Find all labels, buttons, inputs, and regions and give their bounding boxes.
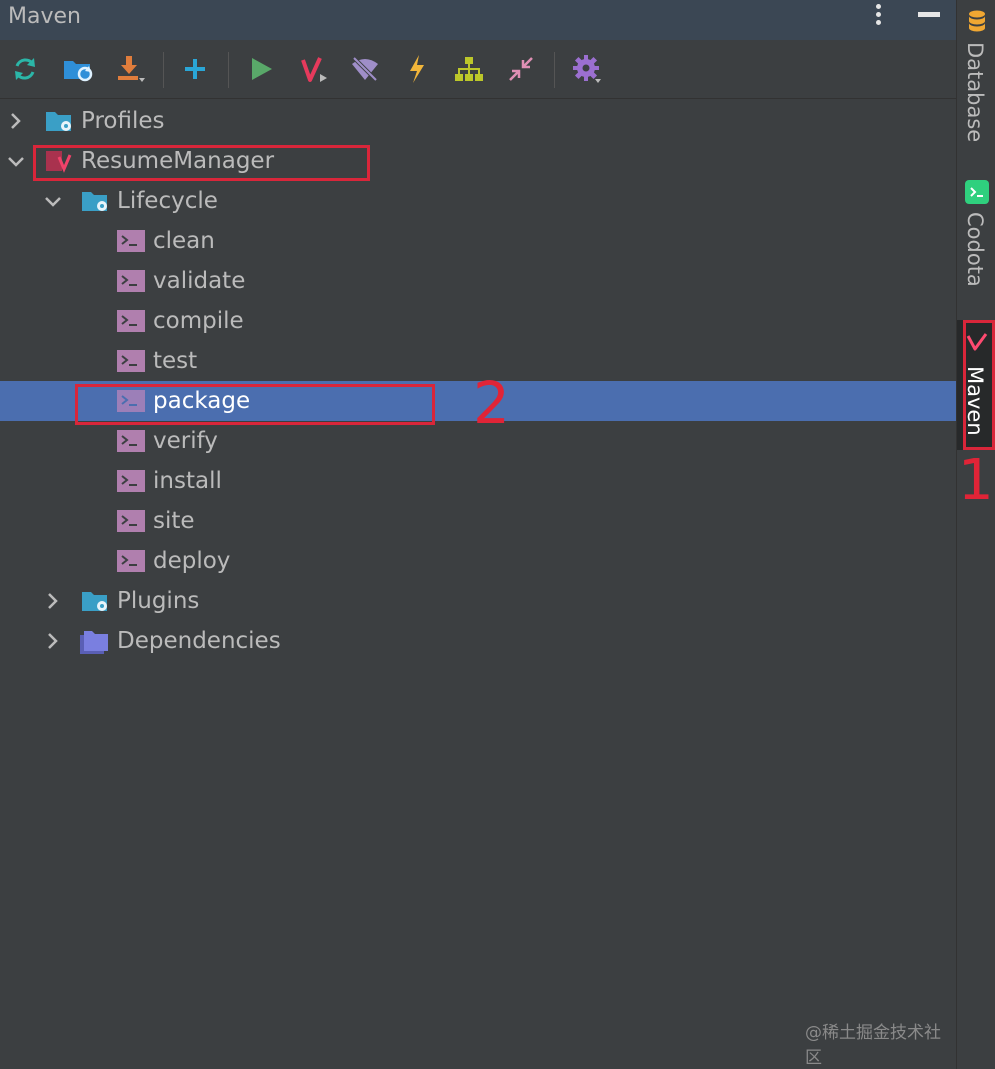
tree-node-profiles[interactable]: Profiles [0,101,956,141]
goal-label: deploy [153,548,231,574]
tree-node-label: Dependencies [117,628,281,654]
terminal-icon [117,469,145,493]
maven-toolbar [0,40,956,99]
terminal-icon [117,509,145,533]
lifecycle-goal-site[interactable]: site [0,501,956,541]
sidebar-tab-label: Database [963,42,987,143]
terminal-icon [117,549,145,573]
goal-label: validate [153,268,246,294]
lifecycle-goal-deploy[interactable]: deploy [0,541,956,581]
tree-node-label: Lifecycle [117,188,218,214]
offline-icon[interactable] [348,52,382,86]
codota-icon [965,180,989,204]
chevron-right-icon[interactable] [43,589,63,613]
terminal-icon [117,229,145,253]
minimize-icon[interactable] [916,7,942,27]
maven-goal-icon[interactable] [296,52,330,86]
right-tool-window-bar: Database Codota Maven 1 [956,0,995,1069]
tree-node-lifecycle[interactable]: Lifecycle [0,181,956,221]
chevron-down-icon[interactable] [6,149,26,173]
collapse-icon[interactable] [504,52,538,86]
sidebar-tab-database[interactable]: Database [957,6,995,146]
refresh-icon[interactable] [8,52,42,86]
terminal-icon [117,309,145,333]
goal-label: install [153,468,222,494]
plus-icon[interactable] [178,52,212,86]
highlight-box-package [75,384,435,425]
toolbar-separator [163,52,164,88]
lifecycle-goal-validate[interactable]: validate [0,261,956,301]
library-folder-icon [79,629,108,654]
database-icon [969,10,985,32]
folder-settings-icon [81,589,109,613]
toolbar-separator [228,52,229,88]
chevron-down-icon[interactable] [43,189,63,213]
terminal-icon [117,269,145,293]
more-vertical-icon[interactable] [866,2,890,28]
gear-icon[interactable] [570,52,604,86]
folder-refresh-icon[interactable] [61,52,95,86]
annotation-label-1: 1 [958,448,994,513]
lifecycle-goal-compile[interactable]: compile [0,301,956,341]
tool-window-header: Maven [0,0,956,40]
folder-settings-icon [45,109,73,133]
lifecycle-goal-clean[interactable]: clean [0,221,956,261]
terminal-icon [117,349,145,373]
sidebar-tab-codota[interactable]: Codota [957,174,995,299]
chevron-right-icon[interactable] [43,629,63,653]
chevron-right-icon[interactable] [6,109,26,133]
highlight-box-project [33,145,370,181]
diagram-icon[interactable] [452,52,486,86]
tree-node-dependencies[interactable]: Dependencies [0,621,956,661]
toolbar-separator [554,52,555,88]
goal-label: test [153,348,198,374]
highlight-box-maven-tab [963,320,995,450]
tree-node-label: Profiles [81,108,165,134]
goal-label: compile [153,308,244,334]
goal-label: site [153,508,195,534]
watermark: @稀土掘金技术社区 [805,1023,941,1068]
tree-node-label: Plugins [117,588,200,614]
tree-node-plugins[interactable]: Plugins [0,581,956,621]
goal-label: verify [153,428,218,454]
lifecycle-goal-install[interactable]: install [0,461,956,501]
folder-settings-icon [81,189,109,213]
download-icon[interactable] [113,52,147,86]
goal-label: clean [153,228,215,254]
annotation-label-2: 2 [473,369,510,437]
terminal-icon [117,429,145,453]
run-icon[interactable] [244,52,278,86]
sidebar-tab-label: Codota [963,212,987,287]
maven-tool-window: Maven Profiles ResumeManager Lifecycle c… [0,0,956,1069]
lightning-icon[interactable] [400,52,434,86]
tool-window-title: Maven [8,4,81,29]
